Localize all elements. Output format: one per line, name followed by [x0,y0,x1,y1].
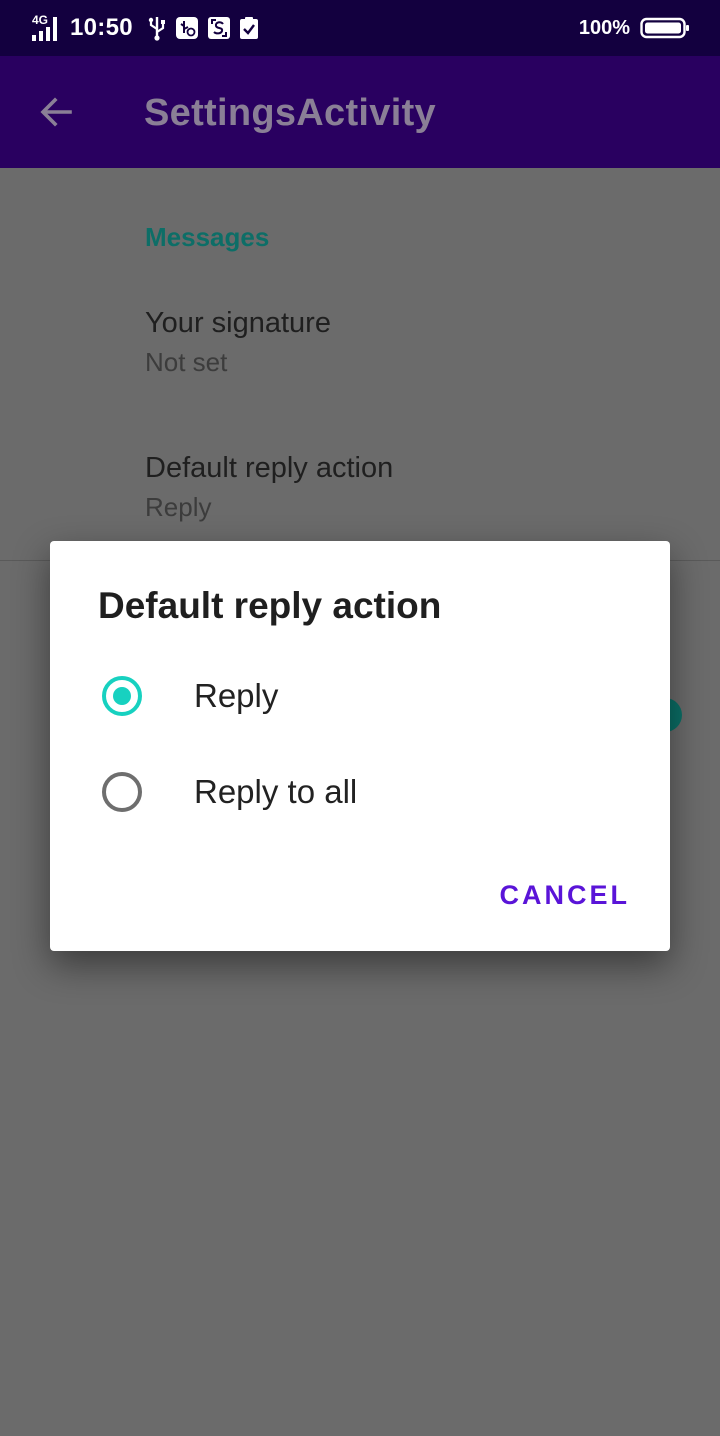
option-reply[interactable]: Reply [50,648,670,744]
preference-summary: Reply [145,492,212,522]
status-right: 100% [579,10,690,46]
status-bar: 4G 10:50 100% [0,0,720,56]
signal-icon [32,17,57,41]
preference-default-reply-action[interactable]: Default reply action Reply [145,450,665,524]
clipboard-check-icon [239,17,258,39]
status-time: 10:50 [70,14,133,41]
battery-percentage: 100% [578,16,630,39]
option-reply-to-all[interactable]: Reply to all [50,744,670,840]
radio-button-checked[interactable] [102,676,142,716]
usb-debug-icon [175,17,198,39]
cancel-button[interactable]: CANCEL [490,867,641,923]
page-title: SettingsActivity [144,92,436,134]
preference-title: Default reply action [145,452,394,484]
battery-icon [640,17,689,39]
dialog-title: Default reply action [98,585,442,626]
status-left: 4G 10:50 [30,10,259,46]
category-header-messages: Messages [145,222,270,252]
preference-title: Your signature [145,307,331,339]
default-reply-action-dialog: Default reply action Reply Reply to all … [50,541,670,951]
signal-indicator: 4G [30,13,62,43]
usb-icon [148,17,165,41]
app-bar: SettingsActivity [0,56,720,168]
arrow-back-icon [40,97,72,127]
radio-button-unchecked[interactable] [102,772,142,812]
option-label: Reply to all [194,773,358,810]
option-label: Reply [194,677,279,714]
screenshot-icon [207,17,230,39]
preference-signature[interactable]: Your signature Not set [145,305,665,379]
preference-summary: Not set [145,347,228,377]
back-button[interactable] [28,84,84,140]
